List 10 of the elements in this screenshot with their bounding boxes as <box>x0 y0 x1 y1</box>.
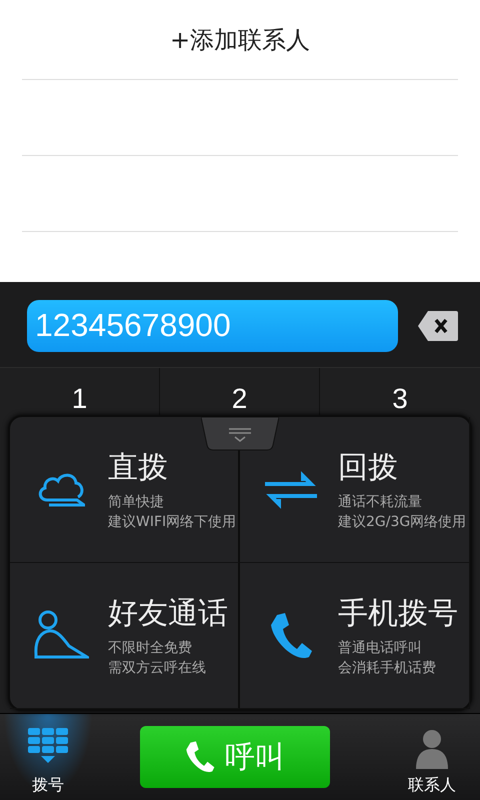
person-icon <box>414 729 450 769</box>
backspace-icon[interactable] <box>418 310 458 340</box>
collapse-handle[interactable] <box>201 417 279 451</box>
call-mode-option[interactable]: 好友通话 不限时全免费 需双方云呼在线 <box>10 563 240 709</box>
add-contact-link[interactable]: +添加联系人 <box>170 24 310 56</box>
call-mode-option[interactable]: 手机拨号 普通电话呼叫 会消耗手机话费 <box>240 563 470 709</box>
phone-icon <box>269 610 313 660</box>
dial-key[interactable]: 3 <box>320 368 480 415</box>
person-icon <box>33 610 89 662</box>
nav-tab[interactable]: 联系人 <box>384 714 480 800</box>
